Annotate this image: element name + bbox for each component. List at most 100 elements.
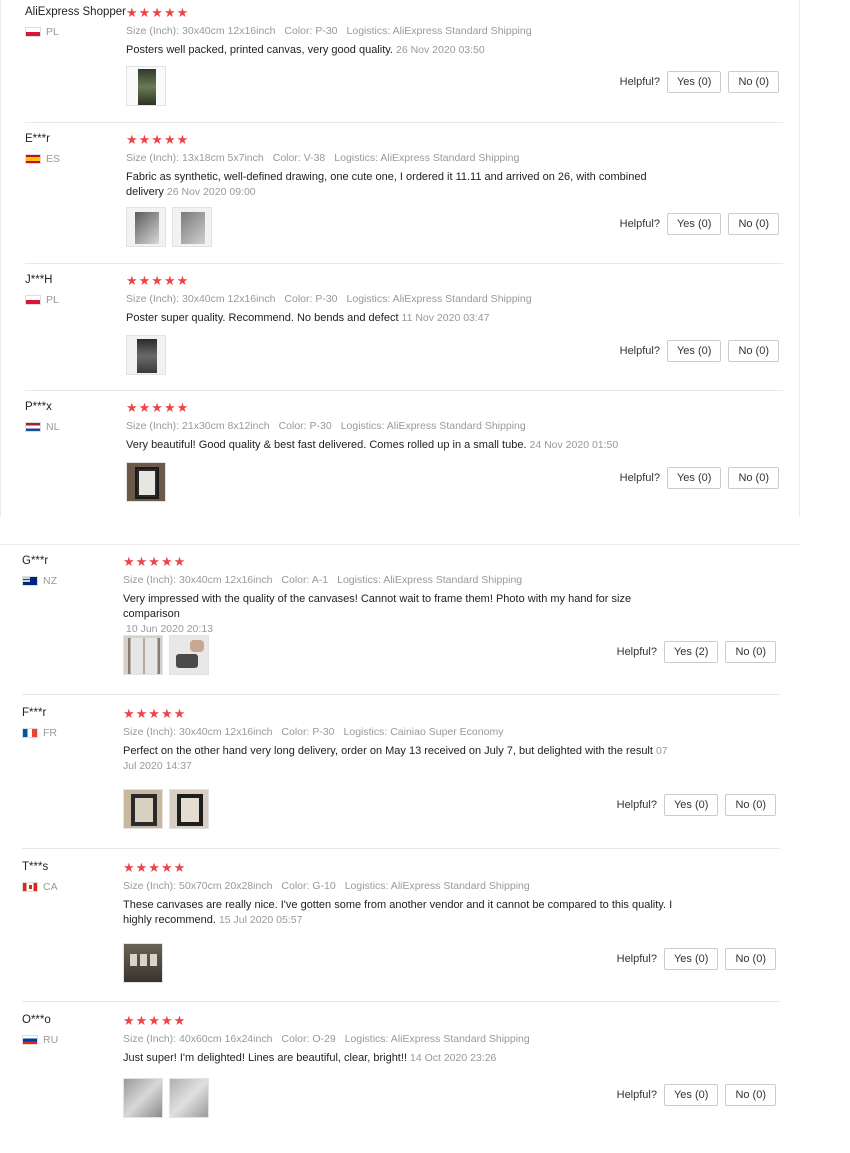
flag-icon (22, 576, 38, 586)
review-date: 15 Jul 2020 05:57 (218, 914, 303, 926)
reviewer-name: E***r (25, 133, 50, 145)
helpful-votes: Helpful? Yes (0) No (0) (617, 794, 776, 816)
review-meta: Size (Inch): 13x18cm 5x7inch Color: V-38 L… (126, 152, 686, 164)
color-info: Color: G-10 (281, 880, 336, 892)
review-content: ★★★★★ Size (Inch): 30x40cm 12x16inch Colo… (126, 6, 686, 58)
helpful-votes: Helpful? Yes (2) No (0) (617, 641, 776, 663)
review-photo[interactable] (172, 207, 212, 247)
review-body: Posters well packed, printed canvas, ver… (126, 44, 393, 56)
rating-stars: ★★★★★ (126, 273, 190, 288)
review-item: G***r NZ ★★★★★ Size (Inch): 30x40cm 12x1… (22, 555, 780, 695)
review-item: AliExpress Shopper PL ★★★★★ Size (Inch):… (25, 6, 783, 123)
logistics-info: Logistics: AliExpress Standard Shipping (344, 1033, 530, 1045)
review-photo[interactable] (169, 1078, 209, 1118)
flag-icon (22, 728, 38, 738)
reviewer-name: P***x (25, 401, 52, 413)
review-content: ★★★★★ Size (Inch): 30x40cm 12x16inch Colo… (123, 707, 683, 774)
review-photos (126, 66, 166, 106)
review-content: ★★★★★ Size (Inch): 21x30cm 8x12inch Color… (126, 401, 686, 453)
review-photo[interactable] (126, 462, 166, 502)
logistics-info: Logistics: AliExpress Standard Shipping (334, 152, 520, 164)
review-date: 14 Oct 2020 23:26 (409, 1052, 497, 1064)
review-photo[interactable] (123, 943, 163, 983)
country-code: PL (46, 294, 59, 306)
review-photo[interactable] (123, 635, 163, 675)
reviewer-name: T***s (22, 861, 49, 873)
vote-yes-button[interactable]: Yes (0) (663, 948, 719, 970)
vote-no-button[interactable]: No (0) (728, 340, 779, 362)
review-text: Poster super quality. Recommend. No bend… (126, 311, 686, 326)
review-text: Very beautiful! Good quality & best fast… (126, 438, 686, 453)
size-info: Size (Inch): 30x40cm 12x16inch (126, 293, 276, 305)
review-photo[interactable] (169, 789, 209, 829)
vote-yes-button[interactable]: Yes (2) (663, 641, 719, 663)
review-item: J***H PL ★★★★★ Size (Inch): 30x40cm 12x1… (25, 274, 783, 391)
rating-stars: ★★★★★ (126, 132, 190, 147)
reviewer-name: J***H (25, 274, 53, 286)
vote-no-button[interactable]: No (0) (725, 641, 776, 663)
reviewer-name: G***r (22, 555, 49, 567)
review-date: 11 Nov 2020 03:47 (401, 312, 490, 324)
vote-yes-button[interactable]: Yes (0) (666, 340, 722, 362)
helpful-votes: Helpful? Yes (0) No (0) (617, 948, 776, 970)
review-photo[interactable] (123, 1078, 163, 1118)
reviewer-country: NZ (22, 575, 57, 587)
reviewer-country: NL (25, 421, 59, 433)
country-code: CA (43, 881, 58, 893)
vote-yes-button[interactable]: Yes (0) (666, 467, 722, 489)
vote-yes-button[interactable]: Yes (0) (666, 71, 722, 93)
review-photo[interactable] (126, 207, 166, 247)
vote-no-button[interactable]: No (0) (725, 1084, 776, 1106)
vote-yes-button[interactable]: Yes (0) (663, 1084, 719, 1106)
country-code: RU (43, 1034, 59, 1046)
flag-icon (22, 882, 38, 892)
helpful-label: Helpful? (616, 799, 657, 811)
reviewer-name: F***r (22, 707, 47, 719)
color-info: Color: P-30 (281, 726, 335, 738)
review-text: Fabric as synthetic, well-defined drawin… (126, 170, 686, 200)
review-photo[interactable] (123, 789, 163, 829)
helpful-label: Helpful? (619, 218, 660, 230)
review-body: Perfect on the other hand very long deli… (123, 745, 653, 757)
review-body: Very impressed with the quality of the c… (123, 593, 632, 620)
vote-yes-button[interactable]: Yes (0) (663, 794, 719, 816)
flag-icon (25, 422, 41, 432)
review-item: P***x NL ★★★★★ Size (Inch): 21x30cm 8x12… (25, 401, 783, 511)
size-info: Size (Inch): 13x18cm 5x7inch (126, 152, 264, 164)
helpful-votes: Helpful? Yes (0) No (0) (620, 71, 779, 93)
size-info: Size (Inch): 21x30cm 8x12inch (126, 420, 270, 432)
review-meta: Size (Inch): 21x30cm 8x12inch Color: P-30… (126, 420, 686, 432)
helpful-label: Helpful? (616, 646, 657, 658)
vote-no-button[interactable]: No (0) (728, 213, 779, 235)
vote-no-button[interactable]: No (0) (728, 467, 779, 489)
review-date: 10 Jun 2020 20:13 (126, 623, 213, 635)
vote-yes-button[interactable]: Yes (0) (666, 213, 722, 235)
review-photos (126, 335, 166, 375)
review-meta: Size (Inch): 30x40cm 12x16inch Color: P-3… (123, 726, 683, 738)
review-photos (123, 789, 209, 829)
helpful-label: Helpful? (619, 76, 660, 88)
review-item: E***r ES ★★★★★ Size (Inch): 13x18cm 5x7i… (25, 133, 783, 264)
review-item: T***s CA ★★★★★ Size (Inch): 50x70cm 20x2… (22, 861, 780, 1002)
rating-stars: ★★★★★ (123, 1013, 187, 1028)
review-photo[interactable] (126, 335, 166, 375)
review-meta: Size (Inch): 40x60cm 16x24inch Color: O-2… (123, 1033, 683, 1045)
helpful-label: Helpful? (619, 472, 660, 484)
reviews-panel-bottom: G***r NZ ★★★★★ Size (Inch): 30x40cm 12x1… (0, 544, 800, 1153)
review-content: ★★★★★ Size (Inch): 40x60cm 16x24inch Colo… (123, 1014, 683, 1066)
vote-no-button[interactable]: No (0) (725, 948, 776, 970)
review-body: These canvases are really nice. I've got… (123, 899, 673, 926)
review-photos (123, 635, 209, 675)
review-photo[interactable] (126, 66, 166, 106)
review-photo[interactable] (169, 635, 209, 675)
reviewer-country: PL (25, 26, 59, 38)
review-body: Just super! I'm delighted! Lines are bea… (123, 1052, 407, 1064)
color-info: Color: O-29 (281, 1033, 336, 1045)
vote-no-button[interactable]: No (0) (725, 794, 776, 816)
reviewer-country: ES (25, 153, 60, 165)
vote-no-button[interactable]: No (0) (728, 71, 779, 93)
review-text: These canvases are really nice. I've got… (123, 898, 683, 928)
review-content: ★★★★★ Size (Inch): 13x18cm 5x7inch Color:… (126, 133, 686, 200)
reviews-panel-top: AliExpress Shopper PL ★★★★★ Size (Inch):… (0, 0, 800, 517)
helpful-votes: Helpful? Yes (0) No (0) (617, 1084, 776, 1106)
